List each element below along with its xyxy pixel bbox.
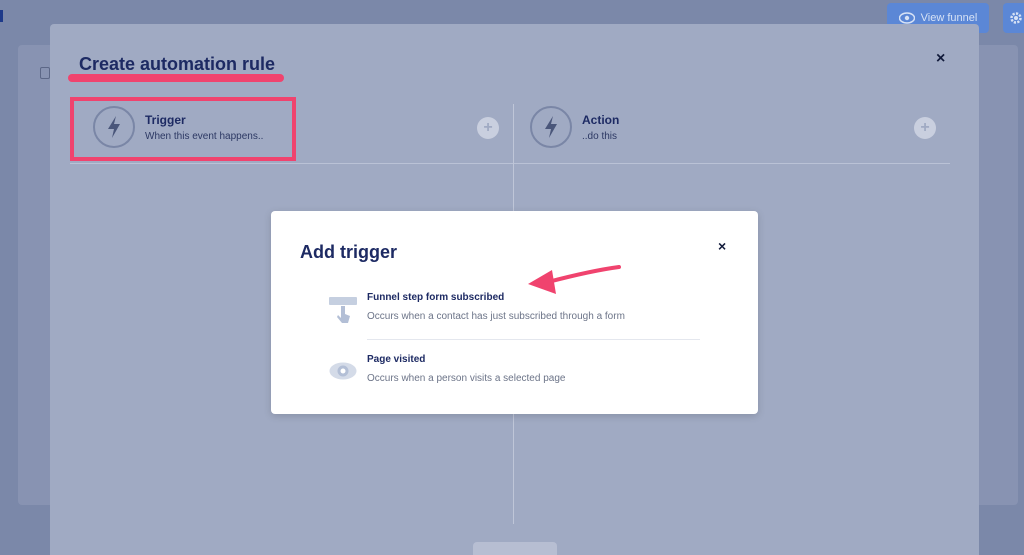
gear-icon	[1010, 12, 1022, 24]
trigger-step[interactable]: Trigger When this event happens..	[93, 106, 263, 148]
form-subscribe-icon	[329, 297, 357, 323]
trigger-description: When this event happens..	[145, 130, 264, 142]
add-trigger-button[interactable]: +	[477, 117, 499, 139]
settings-button[interactable]	[1003, 3, 1024, 33]
background-checkbox	[40, 67, 50, 79]
option-name: Page visited	[367, 354, 426, 365]
dialog-title: Add trigger	[300, 242, 397, 262]
pointer-arrow-annotation	[528, 265, 621, 294]
add-action-button[interactable]: +	[914, 117, 936, 139]
trigger-name: Trigger	[145, 112, 186, 127]
eye-icon	[329, 362, 357, 380]
action-description: ..do this	[582, 130, 618, 142]
trigger-lightning-icon	[93, 106, 135, 148]
add-trigger-dialog: Add trigger × Funnel step form subscribe…	[271, 211, 758, 414]
option-divider	[367, 339, 700, 340]
action-step[interactable]: Action ..do this	[530, 106, 619, 148]
modal-close-button[interactable]: ×	[936, 50, 945, 68]
modal-title: Create automation rule	[79, 54, 276, 74]
action-name: Action	[582, 112, 620, 127]
dialog-close-button[interactable]: ×	[718, 238, 726, 254]
view-funnel-label: View funnel	[920, 12, 978, 24]
row-divider	[70, 163, 950, 164]
title-highlight-underline	[68, 74, 284, 82]
option-description: Occurs when a contact has just subscribe…	[367, 311, 625, 322]
trigger-option-page-visited[interactable]: Page visited Occurs when a person visits…	[328, 354, 565, 386]
modal-footer-tab	[473, 542, 557, 555]
eye-icon	[898, 12, 915, 24]
topbar-marker	[0, 10, 3, 22]
option-description: Occurs when a person visits a selected p…	[367, 373, 566, 384]
action-lightning-icon	[530, 106, 572, 148]
